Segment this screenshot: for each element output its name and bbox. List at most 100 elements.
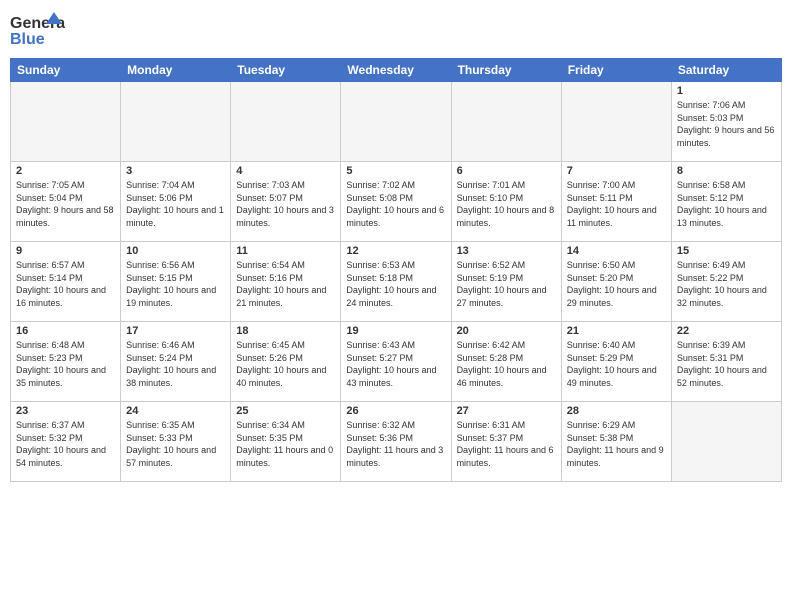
day-number: 14 xyxy=(567,245,666,257)
weekday-header-wednesday: Wednesday xyxy=(341,59,451,82)
day-number: 2 xyxy=(16,165,115,177)
calendar-cell xyxy=(11,82,121,162)
calendar-cell: 11 Sunrise: 6:54 AM Sunset: 5:16 PM Dayli… xyxy=(231,242,341,322)
calendar-week-5: 23 Sunrise: 6:37 AM Sunset: 5:32 PM Dayli… xyxy=(11,402,782,482)
day-number: 1 xyxy=(677,85,776,97)
calendar-cell: 10 Sunrise: 6:56 AM Sunset: 5:15 PM Dayli… xyxy=(121,242,231,322)
calendar-cell: 18Sunrise: 6:45 AM Sunset: 5:26 PM Dayli… xyxy=(231,322,341,402)
day-number: 16 xyxy=(16,325,115,337)
day-number: 23 xyxy=(16,405,115,417)
calendar-cell: 9 Sunrise: 6:57 AM Sunset: 5:14 PM Daylig… xyxy=(11,242,121,322)
calendar-cell: 20 Sunrise: 6:42 AM Sunset: 5:28 PM Dayli… xyxy=(451,322,561,402)
day-number: 25 xyxy=(236,405,335,417)
day-info: Sunrise: 6:53 AM Sunset: 5:18 PM Dayligh… xyxy=(346,259,445,309)
day-number: 19 xyxy=(346,325,445,337)
calendar-cell: 27 Sunrise: 6:31 AM Sunset: 5:37 PM Dayli… xyxy=(451,402,561,482)
day-info: Sunrise: 6:32 AM Sunset: 5:36 PM Dayligh… xyxy=(346,419,445,469)
day-info: Sunrise: 7:01 AM Sunset: 5:10 PM Dayligh… xyxy=(457,179,556,229)
calendar-cell: 12 Sunrise: 6:53 AM Sunset: 5:18 PM Dayli… xyxy=(341,242,451,322)
svg-text:Blue: Blue xyxy=(10,31,45,48)
day-number: 15 xyxy=(677,245,776,257)
calendar-page: GeneralBlue SundayMondayTuesdayWednesday… xyxy=(0,0,792,612)
day-number: 26 xyxy=(346,405,445,417)
calendar-cell: 14 Sunrise: 6:50 AM Sunset: 5:20 PM Dayli… xyxy=(561,242,671,322)
day-info: Sunrise: 6:29 AM Sunset: 5:38 PM Dayligh… xyxy=(567,419,666,469)
day-info: Sunrise: 7:05 AM Sunset: 5:04 PM Dayligh… xyxy=(16,179,115,229)
day-info: Sunrise: 6:56 AM Sunset: 5:15 PM Dayligh… xyxy=(126,259,225,309)
day-info: Sunrise: 7:06 AM Sunset: 5:03 PM Dayligh… xyxy=(677,99,776,149)
day-info: Sunrise: 6:35 AM Sunset: 5:33 PM Dayligh… xyxy=(126,419,225,469)
day-info: Sunrise: 6:31 AM Sunset: 5:37 PM Dayligh… xyxy=(457,419,556,469)
day-number: 5 xyxy=(346,165,445,177)
calendar-cell: 24 Sunrise: 6:35 AM Sunset: 5:33 PM Dayli… xyxy=(121,402,231,482)
calendar-cell: 17 Sunrise: 6:46 AM Sunset: 5:24 PM Dayli… xyxy=(121,322,231,402)
weekday-header-tuesday: Tuesday xyxy=(231,59,341,82)
day-info: Sunrise: 6:48 AM Sunset: 5:23 PM Dayligh… xyxy=(16,339,115,389)
day-info: Sunrise: 7:02 AM Sunset: 5:08 PM Dayligh… xyxy=(346,179,445,229)
calendar-cell: 8Sunrise: 6:58 AM Sunset: 5:12 PM Daylig… xyxy=(671,162,781,242)
calendar-cell: 19Sunrise: 6:43 AM Sunset: 5:27 PM Dayli… xyxy=(341,322,451,402)
day-number: 6 xyxy=(457,165,556,177)
day-number: 8 xyxy=(677,165,776,177)
calendar-cell: 5 Sunrise: 7:02 AM Sunset: 5:08 PM Daylig… xyxy=(341,162,451,242)
day-number: 11 xyxy=(236,245,335,257)
weekday-header-monday: Monday xyxy=(121,59,231,82)
calendar-cell: 25Sunrise: 6:34 AM Sunset: 5:35 PM Dayli… xyxy=(231,402,341,482)
calendar-cell: 3Sunrise: 7:04 AM Sunset: 5:06 PM Daylig… xyxy=(121,162,231,242)
calendar-cell: 13 Sunrise: 6:52 AM Sunset: 5:19 PM Dayli… xyxy=(451,242,561,322)
day-info: Sunrise: 6:49 AM Sunset: 5:22 PM Dayligh… xyxy=(677,259,776,309)
day-number: 9 xyxy=(16,245,115,257)
day-info: Sunrise: 6:37 AM Sunset: 5:32 PM Dayligh… xyxy=(16,419,115,469)
day-number: 28 xyxy=(567,405,666,417)
day-number: 17 xyxy=(126,325,225,337)
day-info: Sunrise: 6:46 AM Sunset: 5:24 PM Dayligh… xyxy=(126,339,225,389)
day-number: 12 xyxy=(346,245,445,257)
day-info: Sunrise: 7:00 AM Sunset: 5:11 PM Dayligh… xyxy=(567,179,666,229)
calendar-table: SundayMondayTuesdayWednesdayThursdayFrid… xyxy=(10,58,782,482)
calendar-cell: 22 Sunrise: 6:39 AM Sunset: 5:31 PM Dayli… xyxy=(671,322,781,402)
calendar-cell: 26 Sunrise: 6:32 AM Sunset: 5:36 PM Dayli… xyxy=(341,402,451,482)
day-info: Sunrise: 6:54 AM Sunset: 5:16 PM Dayligh… xyxy=(236,259,335,309)
calendar-cell: 23 Sunrise: 6:37 AM Sunset: 5:32 PM Dayli… xyxy=(11,402,121,482)
calendar-cell: 6 Sunrise: 7:01 AM Sunset: 5:10 PM Daylig… xyxy=(451,162,561,242)
day-number: 10 xyxy=(126,245,225,257)
calendar-cell: 7 Sunrise: 7:00 AM Sunset: 5:11 PM Daylig… xyxy=(561,162,671,242)
day-info: Sunrise: 6:57 AM Sunset: 5:14 PM Dayligh… xyxy=(16,259,115,309)
day-number: 27 xyxy=(457,405,556,417)
day-info: Sunrise: 6:42 AM Sunset: 5:28 PM Dayligh… xyxy=(457,339,556,389)
calendar-cell xyxy=(671,402,781,482)
day-info: Sunrise: 6:52 AM Sunset: 5:19 PM Dayligh… xyxy=(457,259,556,309)
calendar-cell xyxy=(561,82,671,162)
weekday-header-thursday: Thursday xyxy=(451,59,561,82)
calendar-week-4: 16 Sunrise: 6:48 AM Sunset: 5:23 PM Dayli… xyxy=(11,322,782,402)
day-number: 7 xyxy=(567,165,666,177)
day-info: Sunrise: 6:45 AM Sunset: 5:26 PM Dayligh… xyxy=(236,339,335,389)
weekday-header-sunday: Sunday xyxy=(11,59,121,82)
calendar-cell xyxy=(231,82,341,162)
day-info: Sunrise: 6:39 AM Sunset: 5:31 PM Dayligh… xyxy=(677,339,776,389)
day-number: 13 xyxy=(457,245,556,257)
weekday-header-friday: Friday xyxy=(561,59,671,82)
calendar-cell: 4Sunrise: 7:03 AM Sunset: 5:07 PM Daylig… xyxy=(231,162,341,242)
calendar-week-1: 1 Sunrise: 7:06 AM Sunset: 5:03 PM Daylig… xyxy=(11,82,782,162)
calendar-cell: 2 Sunrise: 7:05 AM Sunset: 5:04 PM Daylig… xyxy=(11,162,121,242)
logo-icon: GeneralBlue xyxy=(10,10,65,50)
logo: GeneralBlue xyxy=(10,10,65,50)
calendar-week-3: 9 Sunrise: 6:57 AM Sunset: 5:14 PM Daylig… xyxy=(11,242,782,322)
day-number: 20 xyxy=(457,325,556,337)
weekday-header-row: SundayMondayTuesdayWednesdayThursdayFrid… xyxy=(11,59,782,82)
day-number: 22 xyxy=(677,325,776,337)
day-info: Sunrise: 6:50 AM Sunset: 5:20 PM Dayligh… xyxy=(567,259,666,309)
day-number: 4 xyxy=(236,165,335,177)
weekday-header-saturday: Saturday xyxy=(671,59,781,82)
calendar-cell: 28 Sunrise: 6:29 AM Sunset: 5:38 PM Dayli… xyxy=(561,402,671,482)
header: GeneralBlue xyxy=(10,10,782,50)
calendar-cell: 15 Sunrise: 6:49 AM Sunset: 5:22 PM Dayli… xyxy=(671,242,781,322)
day-number: 24 xyxy=(126,405,225,417)
day-info: Sunrise: 7:04 AM Sunset: 5:06 PM Dayligh… xyxy=(126,179,225,229)
day-info: Sunrise: 6:40 AM Sunset: 5:29 PM Dayligh… xyxy=(567,339,666,389)
calendar-week-2: 2 Sunrise: 7:05 AM Sunset: 5:04 PM Daylig… xyxy=(11,162,782,242)
calendar-cell xyxy=(451,82,561,162)
calendar-cell: 21Sunrise: 6:40 AM Sunset: 5:29 PM Dayli… xyxy=(561,322,671,402)
calendar-cell: 1 Sunrise: 7:06 AM Sunset: 5:03 PM Daylig… xyxy=(671,82,781,162)
